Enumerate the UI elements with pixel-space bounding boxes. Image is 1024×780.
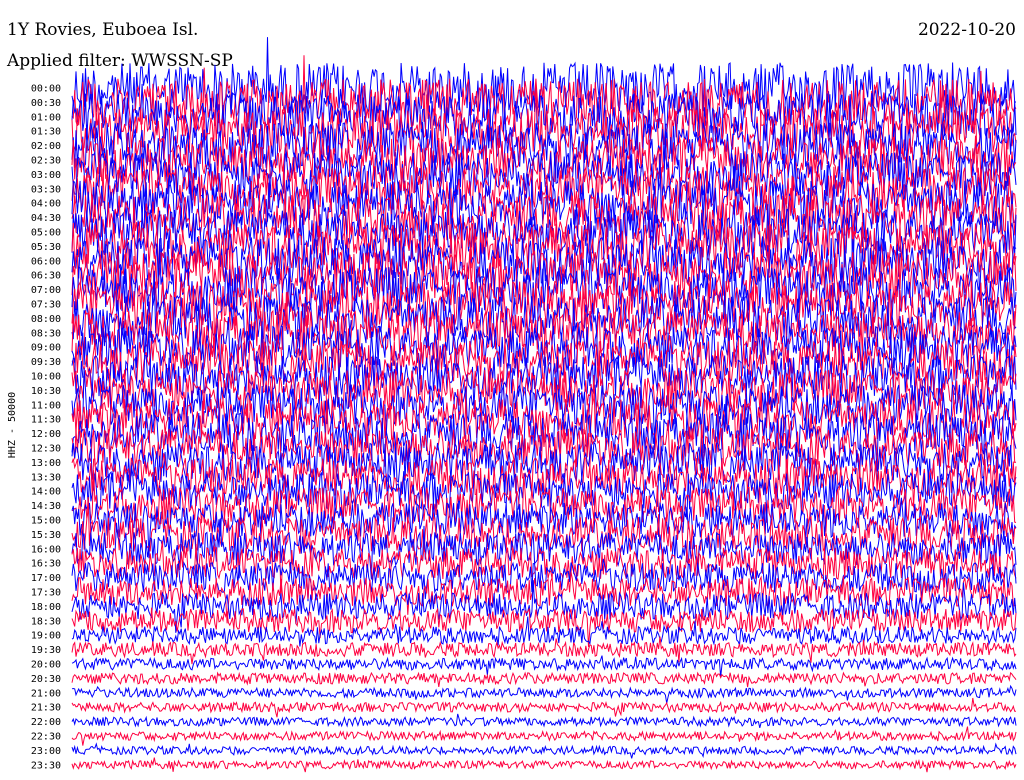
row-time-label: 15:30 xyxy=(31,530,61,541)
row-time-label: 19:30 xyxy=(31,645,61,656)
row-time-label: 06:30 xyxy=(31,271,61,282)
helicorder-plot: 00:00 00:30 01:00 01:30 02:00 02:30 03:00 03:30… xyxy=(7,37,1017,773)
row-time-label: 05:30 xyxy=(31,242,61,253)
trace-group xyxy=(71,37,1017,773)
trace-row-2030 xyxy=(71,671,1017,688)
row-time-label: 16:00 xyxy=(31,544,61,555)
row-time-label: 19:00 xyxy=(31,631,61,642)
row-time-label: 11:30 xyxy=(31,415,61,426)
row-time-label: 14:00 xyxy=(31,487,61,498)
trace-row-2130 xyxy=(71,697,1016,718)
trace-row-2330 xyxy=(71,757,1017,773)
row-time-label: 01:00 xyxy=(31,112,61,123)
row-time-label: 13:00 xyxy=(31,458,61,469)
row-time-label: 03:00 xyxy=(31,170,61,181)
row-time-label: 21:30 xyxy=(31,703,61,714)
row-time-label: 10:00 xyxy=(31,372,61,383)
trace-row-2200 xyxy=(71,713,1017,729)
row-time-label: 05:00 xyxy=(31,228,61,239)
row-time-label: 10:30 xyxy=(31,386,61,397)
row-time-label: 00:30 xyxy=(31,98,61,109)
row-time-label: 07:00 xyxy=(31,285,61,296)
row-time-label: 22:00 xyxy=(31,717,61,728)
y-axis-label: HHZ - 50000 xyxy=(7,392,18,458)
row-time-label: 12:30 xyxy=(31,444,61,455)
trace-row-2300 xyxy=(71,742,1017,759)
row-time-label: 15:00 xyxy=(31,516,61,527)
row-time-label: 20:30 xyxy=(31,674,61,685)
row-time-label: 03:30 xyxy=(31,184,61,195)
trace-row-2000 xyxy=(71,655,1017,677)
row-time-label: 04:00 xyxy=(31,199,61,210)
row-time-label: 17:00 xyxy=(31,573,61,584)
row-time-label: 11:00 xyxy=(31,400,61,411)
row-time-label: 09:30 xyxy=(31,357,61,368)
row-time-label: 21:00 xyxy=(31,688,61,699)
row-time-label: 18:30 xyxy=(31,616,61,627)
row-time-label: 20:00 xyxy=(31,660,61,671)
row-time-label: 00:00 xyxy=(31,84,61,95)
tick-labels: 00:00 00:30 01:00 01:30 02:00 02:30 03:00 03:30… xyxy=(31,84,61,772)
row-time-label: 09:00 xyxy=(31,343,61,354)
row-time-label: 04:30 xyxy=(31,213,61,224)
trace-row-2100 xyxy=(71,684,1017,704)
row-time-label: 07:30 xyxy=(31,300,61,311)
row-time-label: 17:30 xyxy=(31,588,61,599)
row-time-label: 16:30 xyxy=(31,559,61,570)
row-time-label: 01:30 xyxy=(31,127,61,138)
row-time-label: 18:00 xyxy=(31,602,61,613)
row-time-label: 08:00 xyxy=(31,314,61,325)
row-time-label: 23:00 xyxy=(31,746,61,757)
row-time-label: 02:30 xyxy=(31,156,61,167)
row-time-label: 08:30 xyxy=(31,328,61,339)
row-time-label: 06:00 xyxy=(31,256,61,267)
row-time-label: 14:30 xyxy=(31,501,61,512)
trace-row-2230 xyxy=(71,726,1017,746)
row-time-label: 13:30 xyxy=(31,472,61,483)
row-time-label: 02:00 xyxy=(31,141,61,152)
row-time-label: 23:30 xyxy=(31,760,61,771)
row-time-label: 22:30 xyxy=(31,732,61,743)
row-time-label: 12:00 xyxy=(31,429,61,440)
